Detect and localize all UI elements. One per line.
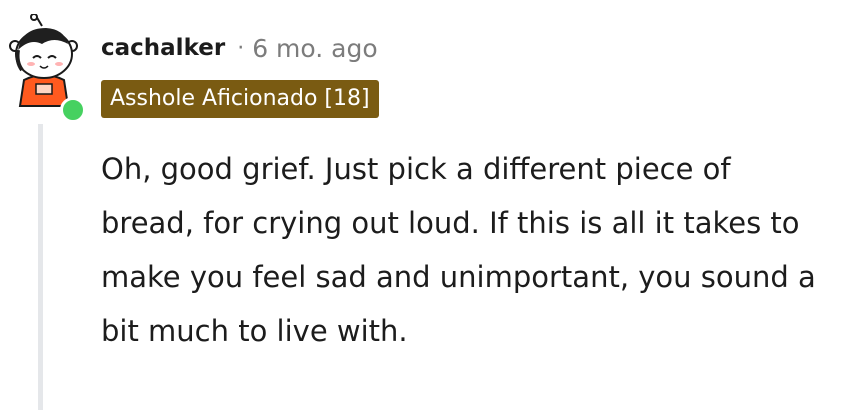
comment-meta: cachalker · 6 mo. ago (101, 30, 378, 66)
comment: cachalker · 6 mo. ago Asshole Aficionado… (0, 0, 845, 410)
online-status-indicator (60, 97, 86, 123)
thread-collapse-line[interactable] (38, 124, 43, 410)
user-avatar[interactable] (6, 13, 86, 123)
comment-body-text: Oh, good grief. Just pick a different pi… (101, 152, 816, 348)
snoo-avatar-icon (9, 13, 78, 107)
comment-author-link[interactable]: cachalker (101, 35, 225, 61)
user-flair-badge: Asshole Aficionado [18] (101, 80, 379, 118)
comment-timestamp[interactable]: 6 mo. ago (252, 34, 377, 63)
meta-separator: · (237, 35, 245, 61)
